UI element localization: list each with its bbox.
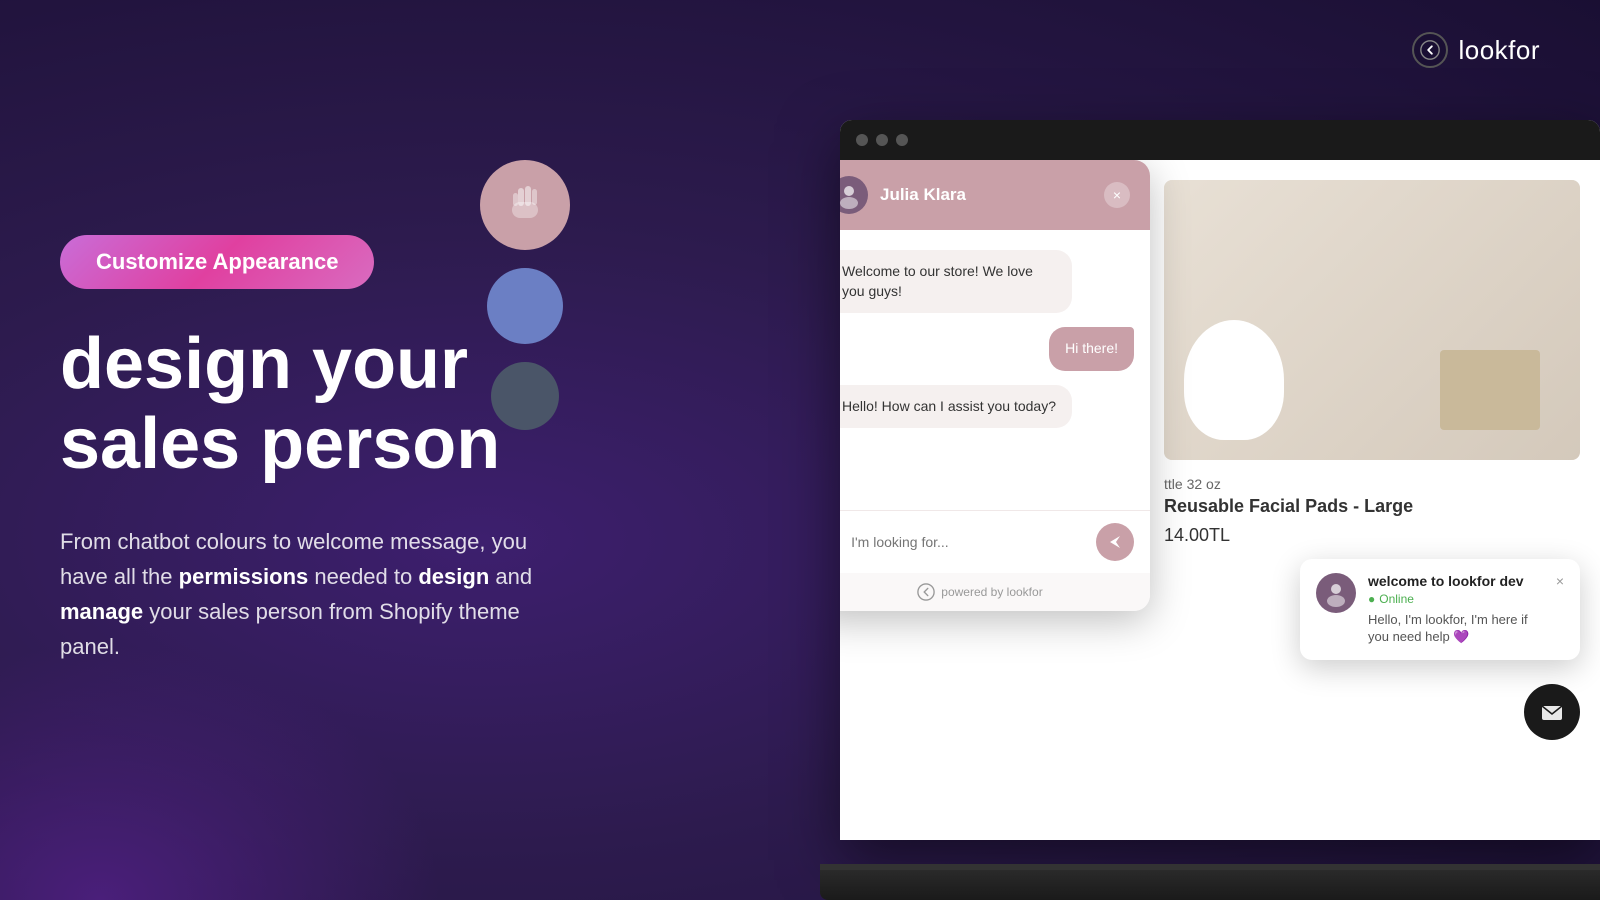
chat-send-button[interactable]: [1096, 523, 1134, 561]
laptop-base: [820, 870, 1600, 900]
circle-blue[interactable]: [487, 268, 563, 344]
product-image: less.: [1164, 180, 1580, 460]
chat-input-field[interactable]: [851, 534, 1086, 550]
notif-close-button[interactable]: ×: [1556, 573, 1564, 589]
chat-footer: powered by lookfor: [840, 573, 1150, 611]
browser-bar: [840, 120, 1600, 160]
laptop-mockup: less. ttle 32 oz Reusable Facial Pads - …: [640, 120, 1600, 900]
right-section: less. ttle 32 oz Reusable Facial Pads - …: [600, 0, 1600, 900]
browser-dot-1: [856, 134, 868, 146]
notif-title: welcome to lookfor dev: [1368, 573, 1544, 589]
top-logo: lookfor: [1412, 32, 1540, 68]
left-content: Customize Appearance design yoursales pe…: [0, 0, 620, 900]
product-title: Reusable Facial Pads - Large: [1164, 496, 1580, 517]
customize-appearance-button[interactable]: Customize Appearance: [60, 235, 374, 289]
message-3: Hello! How can I assist you today?: [840, 385, 1072, 429]
circle-dark[interactable]: [491, 362, 559, 430]
message-1: Welcome to our store! We love you guys!: [840, 250, 1072, 313]
chat-messages: Welcome to our store! We love you guys! …: [840, 230, 1150, 510]
product-brand-label: less.: [1483, 379, 1520, 400]
chat-bubble-button[interactable]: [1524, 684, 1580, 740]
product-price: 14.00TL: [1164, 525, 1580, 546]
browser-content: less. ttle 32 oz Reusable Facial Pads - …: [840, 160, 1600, 840]
notif-status: Online: [1368, 592, 1544, 606]
chat-avatar: [840, 176, 868, 214]
notification-popup: welcome to lookfor dev Online Hello, I'm…: [1300, 559, 1580, 660]
browser-dot-3: [896, 134, 908, 146]
logo-icon: [1412, 32, 1448, 68]
refresh-icon[interactable]: ↻: [840, 532, 841, 553]
product-partial-label: ttle 32 oz: [1164, 476, 1580, 492]
chat-header-left: Julia Klara: [840, 176, 966, 214]
product-image-container: less.: [1164, 180, 1580, 460]
hand-icon: [480, 160, 570, 250]
message-2: Hi there!: [1049, 327, 1134, 371]
white-blob-shape: [1184, 320, 1284, 440]
circle-pink[interactable]: [480, 160, 570, 250]
product-area: less. ttle 32 oz Reusable Facial Pads - …: [1144, 160, 1600, 840]
body-text: From chatbot colours to welcome message,…: [60, 524, 560, 665]
color-circles: [480, 160, 570, 430]
chat-agent-name: Julia Klara: [880, 185, 966, 205]
logo-text: lookfor: [1458, 35, 1540, 66]
notif-message: Hello, I'm lookfor, I'm here if you need…: [1368, 612, 1544, 646]
notif-content: welcome to lookfor dev Online Hello, I'm…: [1368, 573, 1544, 646]
chat-header: Julia Klara ×: [840, 160, 1150, 230]
notif-avatar: [1316, 573, 1356, 613]
chat-close-button[interactable]: ×: [1104, 182, 1130, 208]
chat-footer-text: powered by lookfor: [941, 585, 1042, 599]
browser-dot-2: [876, 134, 888, 146]
chat-widget: Julia Klara × Welcome to our store! We l…: [840, 160, 1150, 611]
browser-screen: less. ttle 32 oz Reusable Facial Pads - …: [840, 120, 1600, 840]
chat-input-area: ↻: [840, 510, 1150, 573]
